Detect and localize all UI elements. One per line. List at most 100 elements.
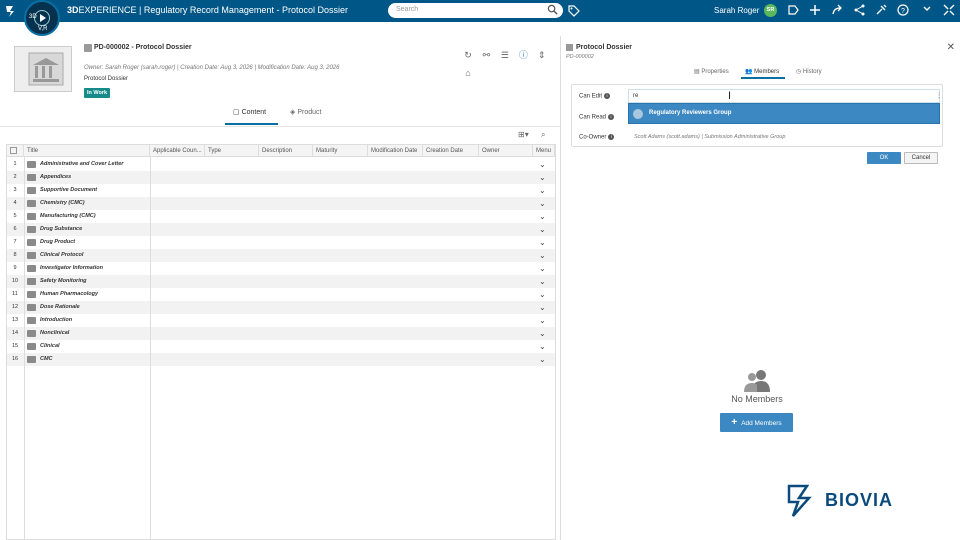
table-row[interactable]: 12 Dose Rationale ⌄ xyxy=(7,301,555,314)
info-icon[interactable]: i xyxy=(608,134,615,140)
bookmark-icon[interactable] xyxy=(786,4,800,18)
hierarchy-icon[interactable]: ⊞▾ xyxy=(518,130,529,139)
tools-icon[interactable] xyxy=(874,4,888,18)
row-title[interactable]: Chemistry (CMC) xyxy=(40,197,85,210)
chevron-down-icon[interactable]: ⌄ xyxy=(539,301,546,314)
row-title[interactable]: Manufacturing (CMC) xyxy=(40,210,96,223)
row-title[interactable]: Appendices xyxy=(40,171,71,184)
column-header[interactable]: Menu xyxy=(533,145,555,157)
tab-content[interactable]: ▢ Content xyxy=(233,108,266,116)
table-row[interactable]: 9 Investigator Information ⌄ xyxy=(7,262,555,275)
chevron-down-icon[interactable]: ⌄ xyxy=(539,327,546,340)
column-header[interactable]: Title xyxy=(24,145,150,157)
help-icon[interactable]: ? xyxy=(896,4,910,18)
row-title[interactable]: Nonclinical xyxy=(40,327,69,340)
refresh-icon[interactable]: ↻ xyxy=(462,49,474,61)
dropdown-option[interactable]: Regulatory Reviewers Group xyxy=(628,103,940,124)
collapse-icon[interactable] xyxy=(942,4,956,18)
chevron-down-icon[interactable]: ⌄ xyxy=(539,184,546,197)
table-row[interactable]: 15 Clinical ⌄ xyxy=(7,340,555,353)
row-title[interactable]: Safety Monitoring xyxy=(40,275,86,288)
table-row[interactable]: 5 Manufacturing (CMC) ⌄ xyxy=(7,210,555,223)
column-header[interactable]: Applicable Coun... xyxy=(150,145,205,157)
add-members-button[interactable]: + Add Members xyxy=(720,413,793,432)
row-title[interactable]: Dose Rationale xyxy=(40,301,80,314)
column-header[interactable]: Modification Date xyxy=(368,145,423,157)
biovia-logo: BIOVIA xyxy=(783,482,953,522)
chevron-down-icon[interactable]: ⌄ xyxy=(539,314,546,327)
select-all-checkbox[interactable] xyxy=(7,145,24,157)
can-edit-input[interactable]: re xyxy=(628,89,940,103)
more-icon[interactable]: ⋮ xyxy=(936,92,942,99)
home-icon[interactable]: ⌂ xyxy=(462,67,474,79)
info-icon[interactable]: i xyxy=(604,93,611,99)
info-icon[interactable]: ⓘ xyxy=(517,49,529,61)
close-icon[interactable]: ✕ xyxy=(947,42,955,53)
row-title[interactable]: Human Pharmacology xyxy=(40,288,98,301)
row-title[interactable]: Supportive Document xyxy=(40,184,97,197)
table-row[interactable]: 3 Supportive Document ⌄ xyxy=(7,184,555,197)
ok-button[interactable]: OK xyxy=(867,152,901,164)
table-row[interactable]: 7 Drug Product ⌄ xyxy=(7,236,555,249)
link-icon[interactable]: ⚯ xyxy=(480,49,492,61)
chevron-down-icon[interactable] xyxy=(920,4,934,18)
layout-icon[interactable]: ☰ xyxy=(499,49,511,61)
tab-product[interactable]: ◈ Product xyxy=(290,108,321,116)
chevron-down-icon[interactable]: ⌄ xyxy=(539,236,546,249)
cancel-button[interactable]: Cancel xyxy=(904,152,938,164)
column-header[interactable]: Owner xyxy=(479,145,533,157)
column-header[interactable]: Creation Date xyxy=(423,145,479,157)
column-header[interactable]: Description xyxy=(259,145,313,157)
user-name[interactable]: Sarah Roger xyxy=(714,6,759,15)
row-title[interactable]: Drug Substance xyxy=(40,223,82,236)
chevron-down-icon[interactable]: ⌄ xyxy=(539,197,546,210)
table-row[interactable]: 6 Drug Substance ⌄ xyxy=(7,223,555,236)
row-title[interactable]: Drug Product xyxy=(40,236,75,249)
tag-icon[interactable] xyxy=(568,5,580,17)
tab-history[interactable]: ◷ History xyxy=(796,68,822,75)
network-icon[interactable] xyxy=(852,4,866,18)
table-row[interactable]: 8 Clinical Protocol ⌄ xyxy=(7,249,555,262)
avatar[interactable]: SR xyxy=(764,4,777,17)
row-title[interactable]: Investigator Information xyxy=(40,262,103,275)
column-header[interactable]: Maturity xyxy=(313,145,368,157)
chevron-down-icon[interactable]: ⌄ xyxy=(539,210,546,223)
expand-icon[interactable]: ⇕ xyxy=(536,49,548,61)
table-row[interactable]: 16 CMC ⌄ xyxy=(7,353,555,366)
grid-search-icon[interactable]: ⌕ xyxy=(541,130,545,139)
add-icon[interactable] xyxy=(808,4,822,18)
chevron-down-icon[interactable]: ⌄ xyxy=(539,275,546,288)
compass-icon[interactable]: 3D V,R xyxy=(24,0,60,36)
document-icon xyxy=(84,44,92,52)
chevron-down-icon[interactable]: ⌄ xyxy=(539,340,546,353)
row-title[interactable]: Administrative and Cover Letter xyxy=(40,158,123,171)
search-icon[interactable] xyxy=(547,4,558,15)
chevron-down-icon[interactable]: ⌄ xyxy=(539,158,546,171)
tab-members[interactable]: 👥 Members xyxy=(745,68,779,75)
row-title[interactable]: Clinical xyxy=(40,340,60,353)
table-row[interactable]: 4 Chemistry (CMC) ⌄ xyxy=(7,197,555,210)
chevron-down-icon[interactable]: ⌄ xyxy=(539,249,546,262)
row-title[interactable]: CMC xyxy=(40,353,53,366)
chevron-down-icon[interactable]: ⌄ xyxy=(539,171,546,184)
chevron-down-icon[interactable]: ⌄ xyxy=(539,223,546,236)
tab-properties[interactable]: ▤ Properties xyxy=(694,68,729,75)
column-header[interactable]: Type xyxy=(205,145,259,157)
row-title[interactable]: Clinical Protocol xyxy=(40,249,83,262)
co-owner-value[interactable]: Scott Adams (scott.adams) | Submission A… xyxy=(634,134,785,140)
table-row[interactable]: 2 Appendices ⌄ xyxy=(7,171,555,184)
chevron-down-icon[interactable]: ⌄ xyxy=(539,353,546,366)
status-badge[interactable]: In Work xyxy=(84,88,111,98)
row-title[interactable]: Introduction xyxy=(40,314,72,327)
chevron-down-icon[interactable]: ⌄ xyxy=(539,288,546,301)
info-icon[interactable]: i xyxy=(608,114,615,120)
table-row[interactable]: 14 Nonclinical ⌄ xyxy=(7,327,555,340)
search-input[interactable]: Search xyxy=(388,3,563,18)
table-row[interactable]: 11 Human Pharmacology ⌄ xyxy=(7,288,555,301)
table-row[interactable]: 10 Safety Monitoring ⌄ xyxy=(7,275,555,288)
table-row[interactable]: 1 Administrative and Cover Letter ⌄ xyxy=(7,158,555,171)
row-number: 1 xyxy=(13,161,17,167)
chevron-down-icon[interactable]: ⌄ xyxy=(539,262,546,275)
table-row[interactable]: 13 Introduction ⌄ xyxy=(7,314,555,327)
share-icon[interactable] xyxy=(830,4,844,18)
